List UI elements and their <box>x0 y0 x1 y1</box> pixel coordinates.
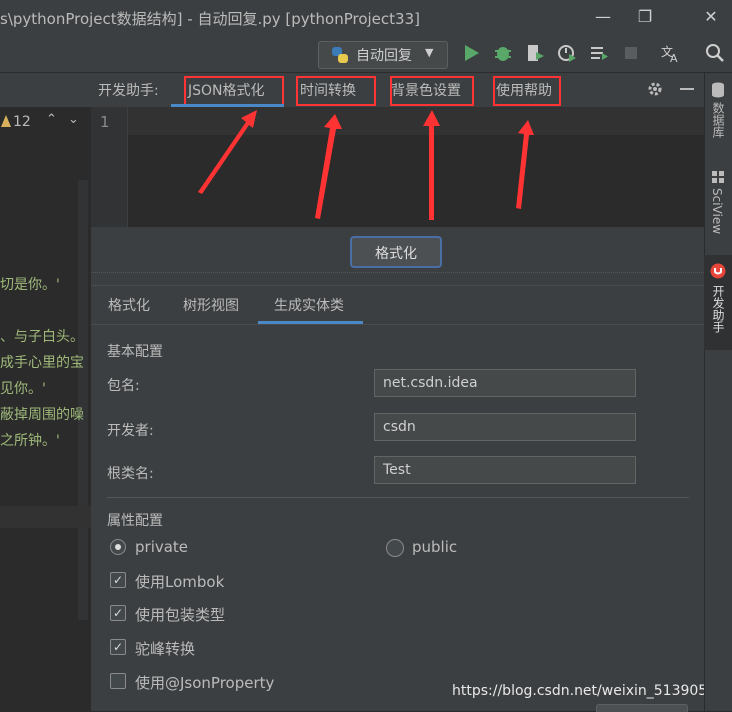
build-icon[interactable] <box>588 42 610 64</box>
sciview-icon <box>712 171 724 183</box>
stop-icon[interactable] <box>620 42 642 64</box>
radio-private[interactable] <box>110 539 126 555</box>
subtab-generate-entity[interactable]: 生成实体类 <box>274 295 344 315</box>
package-input[interactable]: net.csdn.idea <box>374 369 636 397</box>
radio-public[interactable] <box>386 539 404 557</box>
run-config-label: 自动回复 <box>356 48 412 64</box>
svg-text:A: A <box>670 52 678 64</box>
checkbox-camel-case-label[interactable]: 驼峰转换 <box>135 638 195 659</box>
attr-config-heading: 属性配置 <box>107 513 163 529</box>
translate-icon[interactable]: 文A <box>660 42 682 64</box>
code-line: 之所钟。' <box>0 433 60 449</box>
database-icon <box>712 82 724 98</box>
tool-window-dev-helper[interactable]: 开发助手 <box>710 285 727 333</box>
checkbox-wrapper-type[interactable]: ✓ <box>110 605 126 621</box>
panel-splitter[interactable] <box>91 272 704 286</box>
section-divider <box>107 497 689 498</box>
python-icon <box>332 47 348 63</box>
subtab-tree-view[interactable]: 树形视图 <box>183 295 239 315</box>
radio-public-label[interactable]: public <box>412 538 457 556</box>
editor-status-row <box>0 73 91 107</box>
debug-icon[interactable] <box>492 42 514 64</box>
tool-window-sciview[interactable]: SciView <box>710 188 724 234</box>
chevron-up-icon[interactable]: ⌃ <box>46 112 57 127</box>
checkbox-json-property-label[interactable]: 使用@JsonProperty <box>135 672 274 693</box>
tab-help[interactable]: 使用帮助 <box>496 80 552 100</box>
tab-time-convert[interactable]: 时间转换 <box>300 80 356 100</box>
restore-button[interactable]: ❐ <box>628 4 662 30</box>
code-line: 蔽掉周围的噪 <box>0 407 84 423</box>
search-icon[interactable] <box>704 42 726 64</box>
chevron-down-icon[interactable]: ⌄ <box>68 112 79 127</box>
dev-helper-icon <box>710 263 726 279</box>
active-subtab-indicator <box>258 321 363 324</box>
checkbox-json-property[interactable] <box>110 673 126 689</box>
chevron-down-icon: ▼ <box>425 46 434 59</box>
line-number: 1 <box>100 113 110 131</box>
checkbox-lombok-label[interactable]: 使用Lombok <box>135 571 224 592</box>
root-class-input[interactable]: Test <box>374 456 636 484</box>
radio-selected-dot <box>115 544 121 550</box>
annotation-arrows <box>198 110 534 220</box>
gear-icon[interactable] <box>646 80 664 98</box>
code-line: 成手心里的宝 <box>0 355 84 371</box>
plugin-label: 开发助手: <box>98 83 159 99</box>
developer-input[interactable]: csdn <box>374 413 636 441</box>
root-class-label: 根类名: <box>107 466 154 482</box>
code-line: 切是你。' <box>0 277 60 293</box>
tab-background-color[interactable]: 背景色设置 <box>391 80 461 100</box>
subtab-format[interactable]: 格式化 <box>108 295 150 315</box>
minimize-panel-icon[interactable] <box>680 88 694 90</box>
current-line-highlight <box>0 506 91 528</box>
tab-json-format[interactable]: JSON格式化 <box>188 80 265 100</box>
radio-private-label[interactable]: private <box>135 538 188 556</box>
editor-scroll-gutter[interactable] <box>78 180 88 620</box>
run-icon[interactable] <box>460 42 482 64</box>
coverage-icon[interactable] <box>524 42 546 64</box>
format-button[interactable]: 格式化 <box>350 236 442 268</box>
code-line: 、与子白头。 <box>0 329 84 345</box>
close-button[interactable]: ✕ <box>694 4 728 30</box>
warning-count: 12 <box>13 114 31 130</box>
warning-icon <box>1 115 11 127</box>
developer-label: 开发者: <box>107 423 154 439</box>
profile-icon[interactable] <box>556 42 578 64</box>
tool-window-database[interactable]: 数据库 <box>710 102 727 138</box>
minimize-button[interactable]: — <box>586 4 620 30</box>
package-label: 包名: <box>107 378 140 394</box>
checkbox-wrapper-type-label[interactable]: 使用包装类型 <box>135 604 225 625</box>
checkbox-camel-case[interactable]: ✓ <box>110 639 126 655</box>
watermark-text: https://blog.csdn.net/weixin_51390582 <box>452 683 726 699</box>
checkbox-lombok[interactable]: ✓ <box>110 572 126 588</box>
code-line: 见你。' <box>0 381 46 397</box>
basic-config-heading: 基本配置 <box>107 344 163 360</box>
window-title: s\pythonProject数据结构] - 自动回复.py [pythonPr… <box>0 10 420 28</box>
right-tool-window-bar <box>704 73 732 711</box>
